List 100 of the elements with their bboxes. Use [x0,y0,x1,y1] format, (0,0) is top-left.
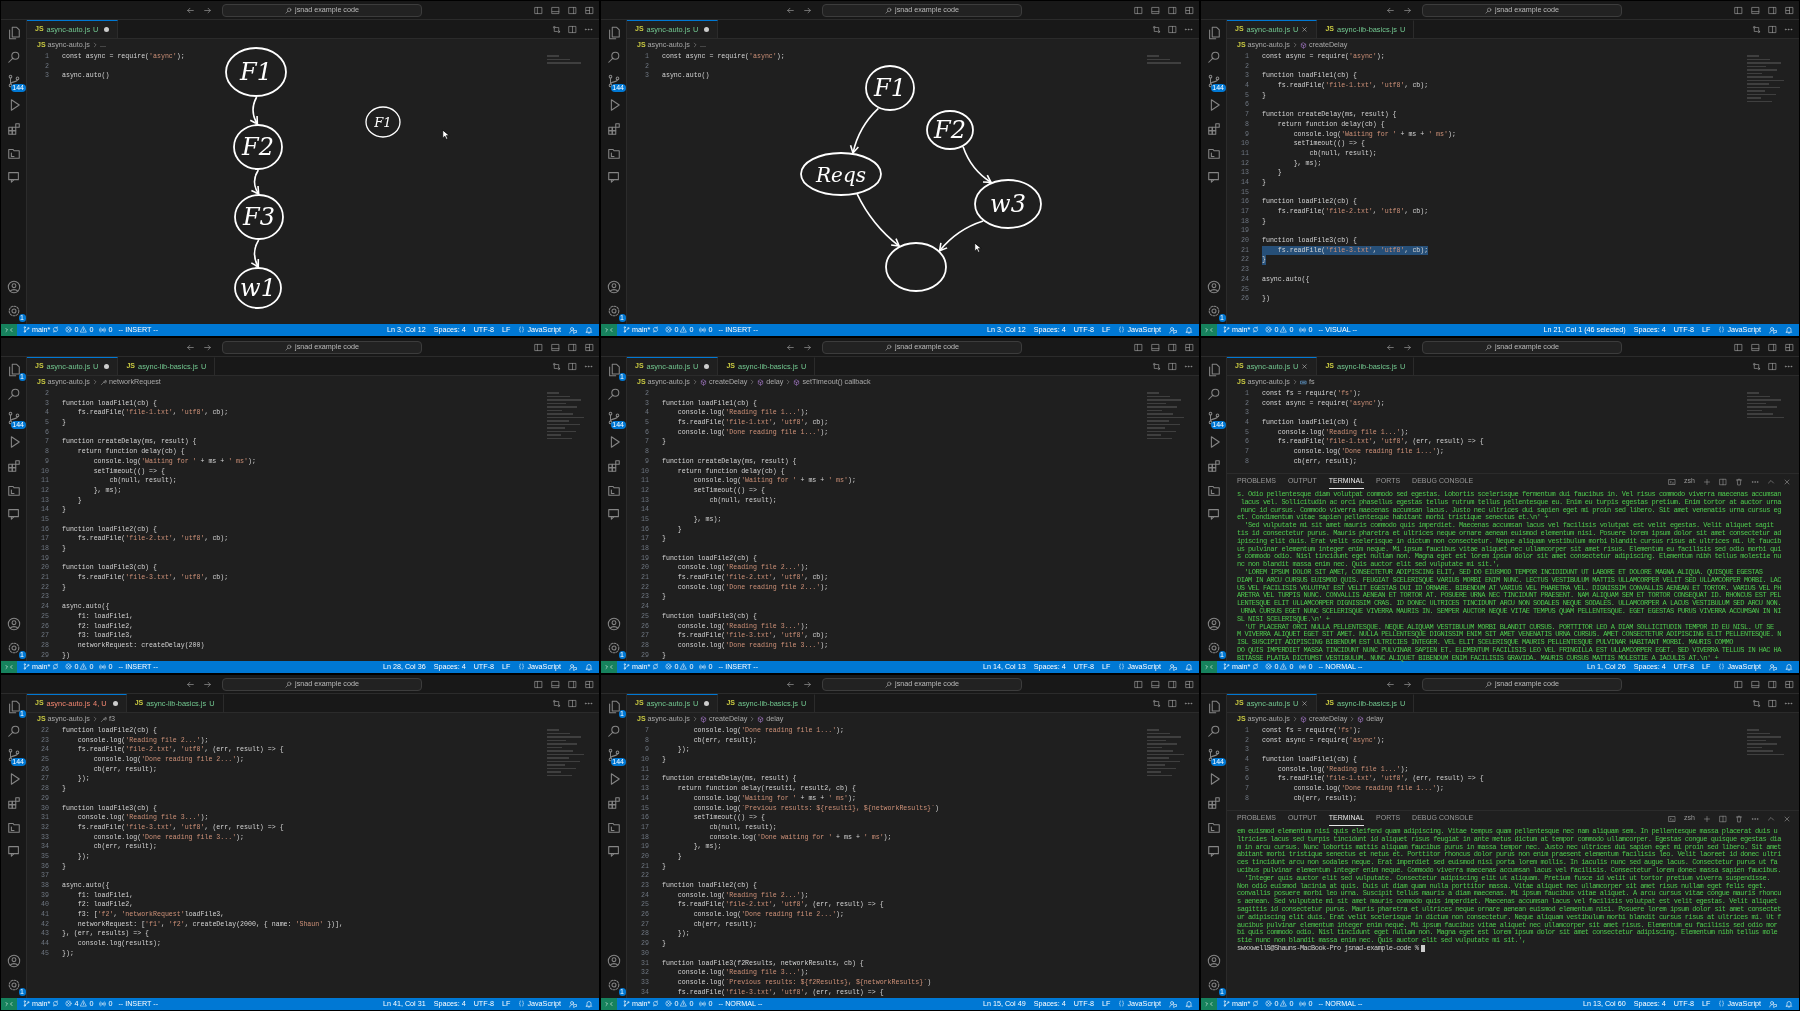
feedback-icon[interactable] [1169,326,1177,334]
sync-icon[interactable] [52,1000,60,1008]
files-icon[interactable] [6,700,21,714]
sync-icon[interactable] [652,663,660,671]
folder-icon[interactable] [1206,820,1221,834]
forward-arrow-icon[interactable] [1403,679,1412,689]
chat-icon[interactable] [1206,844,1221,858]
account-icon[interactable] [1206,280,1221,294]
back-arrow-icon[interactable] [786,5,795,15]
extensions-icon[interactable] [6,796,21,810]
chat-icon[interactable] [606,170,621,184]
extensions-icon[interactable] [6,459,21,473]
split-editor-icon[interactable] [1168,698,1177,708]
split-editor-icon[interactable] [1768,24,1777,34]
back-arrow-icon[interactable] [186,679,195,689]
chat-icon[interactable] [6,844,21,858]
forward-arrow-icon[interactable] [803,679,812,689]
secondary-sidebar-icon[interactable] [1168,679,1177,689]
secondary-sidebar-icon[interactable] [568,5,577,15]
sync-icon[interactable] [652,1000,660,1008]
split-editor-icon[interactable] [568,24,577,34]
compare-icon[interactable] [1752,698,1761,708]
folder-icon[interactable] [606,146,621,160]
bell-icon[interactable] [585,1000,593,1008]
bell-icon[interactable] [585,326,593,334]
sync-icon[interactable] [52,326,60,334]
close-icon[interactable] [1783,477,1791,486]
panel-toggle-icon[interactable] [1151,679,1160,689]
close-icon[interactable] [1301,363,1309,370]
files-icon[interactable] [1206,363,1221,377]
panel-toggle-icon[interactable] [551,342,560,352]
sidebar-toggle-icon[interactable] [534,5,543,15]
panel-toggle-icon[interactable] [1751,679,1760,689]
bell-icon[interactable] [1785,663,1793,671]
trash-icon[interactable] [1735,814,1743,823]
bell-icon[interactable] [1785,326,1793,334]
close-icon[interactable] [1301,700,1309,707]
files-icon[interactable] [6,26,21,40]
chat-icon[interactable] [1206,170,1221,184]
compare-icon[interactable] [1152,698,1161,708]
back-arrow-icon[interactable] [186,342,195,352]
extensions-icon[interactable] [606,796,621,810]
secondary-sidebar-icon[interactable] [1768,5,1777,15]
feedback-icon[interactable] [1169,663,1177,671]
split-editor-icon[interactable] [1768,361,1777,371]
split-editor-icon[interactable] [568,698,577,708]
sidebar-toggle-icon[interactable] [1134,5,1143,15]
folder-icon[interactable] [606,483,621,497]
search-icon[interactable] [1206,724,1221,738]
chat-icon[interactable] [606,507,621,521]
chat-icon[interactable] [6,507,21,521]
settings-icon[interactable] [606,304,621,318]
search-icon[interactable] [6,724,21,738]
split-editor-icon[interactable] [1168,24,1177,34]
sidebar-toggle-icon[interactable] [1134,679,1143,689]
sidebar-toggle-icon[interactable] [1734,342,1743,352]
secondary-sidebar-icon[interactable] [1168,5,1177,15]
feedback-icon[interactable] [1169,1000,1177,1008]
feedback-icon[interactable] [569,1000,577,1008]
chat-icon[interactable] [1206,507,1221,521]
sidebar-toggle-icon[interactable] [1734,679,1743,689]
settings-icon[interactable] [1206,978,1221,992]
settings-icon[interactable] [606,641,621,655]
compare-icon[interactable] [1752,361,1761,371]
search-icon[interactable] [1206,387,1221,401]
extensions-icon[interactable] [1206,796,1221,810]
compare-icon[interactable] [552,24,561,34]
panel-toggle-icon[interactable] [1751,342,1760,352]
panel-toggle-icon[interactable] [1151,5,1160,15]
search-icon[interactable] [606,387,621,401]
split-editor-icon[interactable] [568,361,577,371]
folder-icon[interactable] [1206,483,1221,497]
bell-icon[interactable] [585,663,593,671]
chat-icon[interactable] [6,170,21,184]
panel-toggle-icon[interactable] [1751,5,1760,15]
files-icon[interactable] [1206,26,1221,40]
folder-icon[interactable] [6,146,21,160]
forward-arrow-icon[interactable] [203,342,212,352]
back-arrow-icon[interactable] [786,342,795,352]
sidebar-toggle-icon[interactable] [1734,5,1743,15]
feedback-icon[interactable] [1769,1000,1777,1008]
settings-icon[interactable] [6,304,21,318]
layout-icon[interactable] [1785,342,1794,352]
split-icon[interactable] [1719,814,1727,823]
search-icon[interactable] [606,50,621,64]
settings-icon[interactable] [606,978,621,992]
layout-icon[interactable] [1785,5,1794,15]
layout-icon[interactable] [585,342,594,352]
layout-icon[interactable] [1185,5,1194,15]
forward-arrow-icon[interactable] [803,5,812,15]
sync-icon[interactable] [1252,1000,1260,1008]
account-icon[interactable] [1206,954,1221,968]
files-icon[interactable] [606,26,621,40]
forward-arrow-icon[interactable] [803,342,812,352]
close-icon[interactable] [1301,26,1309,33]
search-icon[interactable] [1206,50,1221,64]
layout-icon[interactable] [585,679,594,689]
compare-icon[interactable] [552,361,561,371]
close-icon[interactable] [1783,814,1791,823]
sidebar-toggle-icon[interactable] [1134,342,1143,352]
